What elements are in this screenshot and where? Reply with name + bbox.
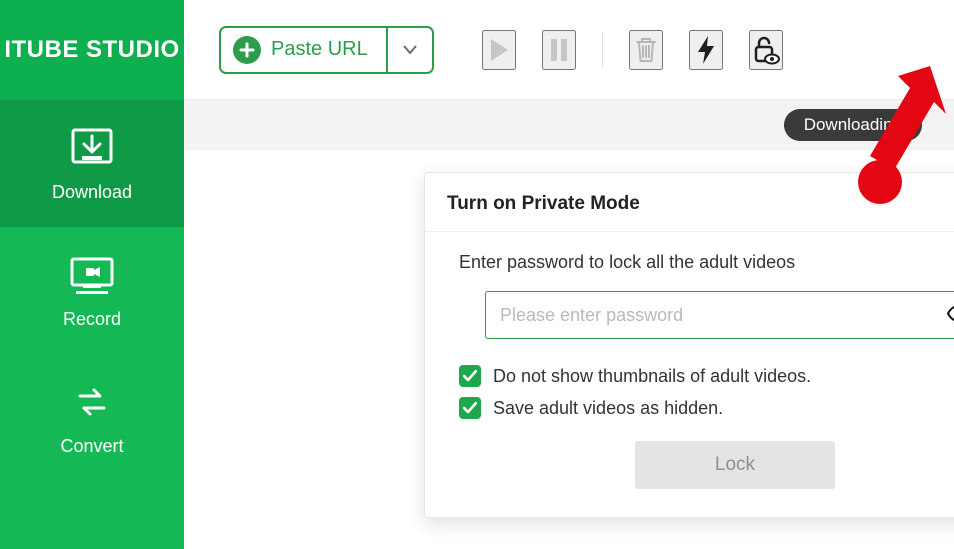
lock-button[interactable]: Lock [635, 441, 835, 489]
option-label: Do not show thumbnails of adult videos. [493, 366, 811, 387]
toggle-password-visibility[interactable] [947, 305, 954, 326]
sidebar: ITUBE STUDIO Download [0, 0, 184, 549]
eye-icon [947, 305, 954, 323]
download-icon [67, 128, 117, 168]
private-mode-button[interactable] [749, 30, 783, 70]
main-area: Paste URL [184, 0, 954, 549]
checkbox-checked-icon [459, 397, 481, 419]
private-mode-dialog: Turn on Private Mode ✕ Enter password to… [424, 172, 954, 518]
turbo-button[interactable] [689, 30, 723, 70]
sidebar-item-convert[interactable]: Convert [0, 354, 184, 481]
dialog-header: Turn on Private Mode ✕ [425, 173, 954, 232]
sidebar-item-label: Record [63, 309, 121, 330]
option-label: Save adult videos as hidden. [493, 398, 723, 419]
option-save-hidden[interactable]: Save adult videos as hidden. [459, 397, 954, 419]
password-field-wrap [485, 291, 954, 339]
app-brand: ITUBE STUDIO [0, 0, 184, 100]
pause-icon [549, 37, 569, 63]
sidebar-item-record[interactable]: Record [0, 227, 184, 354]
dialog-title: Turn on Private Mode [447, 193, 640, 215]
paste-url-label: Paste URL [271, 38, 368, 61]
lightning-icon [696, 35, 716, 65]
plus-icon [233, 36, 261, 64]
option-hide-thumbnails[interactable]: Do not show thumbnails of adult videos. [459, 365, 954, 387]
sidebar-item-label: Convert [60, 436, 123, 457]
status-badge-downloading[interactable]: Downloading [784, 109, 922, 141]
delete-button[interactable] [629, 30, 663, 70]
password-input[interactable] [485, 291, 954, 339]
play-button[interactable] [482, 30, 516, 70]
play-icon [488, 37, 510, 63]
paste-url-group: Paste URL [219, 26, 434, 74]
toolbar: Paste URL [184, 0, 954, 100]
pause-button[interactable] [542, 30, 576, 70]
paste-url-dropdown[interactable] [388, 26, 434, 74]
lock-eye-icon [752, 35, 780, 65]
record-icon [67, 255, 117, 295]
trash-icon [634, 36, 658, 64]
dialog-body: Enter password to lock all the adult vid… [425, 232, 954, 517]
toolbar-separator [602, 32, 603, 68]
paste-url-button[interactable]: Paste URL [219, 26, 388, 74]
convert-icon [67, 382, 117, 422]
sidebar-item-download[interactable]: Download [0, 100, 184, 227]
sidebar-item-label: Download [52, 182, 132, 203]
dialog-prompt: Enter password to lock all the adult vid… [459, 252, 954, 273]
checkbox-checked-icon [459, 365, 481, 387]
